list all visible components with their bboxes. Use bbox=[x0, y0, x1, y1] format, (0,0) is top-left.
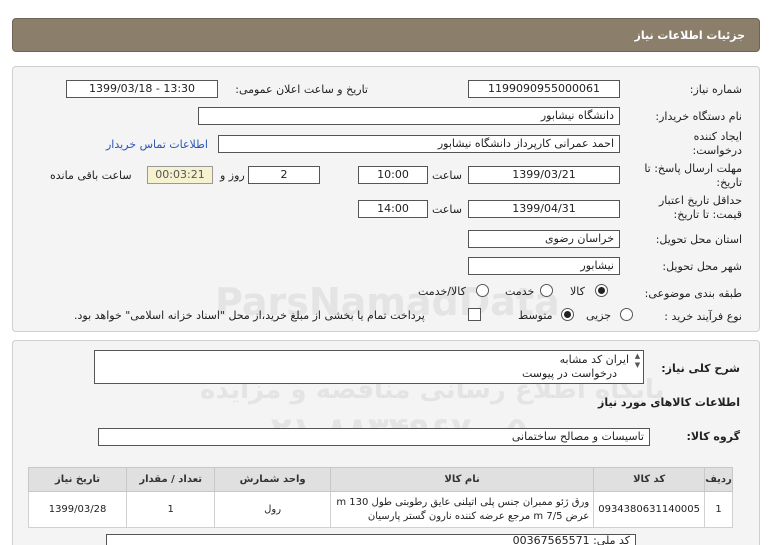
announce-field: 1399/03/18 - 13:30 bbox=[66, 80, 218, 98]
description-textarea[interactable]: ایران کد مشابه درخواست در پیوست ▲ ▼ bbox=[94, 350, 644, 384]
items-table: ردیف کد کالا نام کالا واحد شمارش تعداد /… bbox=[27, 467, 733, 528]
province-label: استان محل تحویل: bbox=[655, 233, 742, 246]
process-medium-radio[interactable] bbox=[561, 308, 574, 321]
need-number-field: 1199090955000061 bbox=[468, 80, 620, 98]
description-line-1: ایران کد مشابه bbox=[559, 353, 629, 366]
remaining-label: ساعت باقی مانده bbox=[50, 169, 132, 182]
validity-label: حداقل تاریخ اعتبار قیمت: تا تاریخ: bbox=[658, 194, 742, 221]
process-partial-label: جزیی bbox=[586, 309, 612, 322]
category-label: طبقه بندی موضوعی: bbox=[644, 287, 742, 300]
table-row[interactable]: 1 0934380631140005 ورق ژئو ممبران جنس پل… bbox=[27, 491, 733, 528]
cell-name-line-2: عرض 7/5 m مرجع عرضه کننده نارون گستر پار… bbox=[367, 510, 590, 522]
footer-partial-field: کد ملی: 00367565571 bbox=[106, 534, 636, 545]
deadline-time-label: ساعت bbox=[432, 169, 462, 182]
deadline-date-field: 1399/03/21 bbox=[468, 166, 620, 184]
remaining-timer: 00:03:21 bbox=[147, 166, 213, 184]
page-header: جزئیات اطلاعات نیاز bbox=[12, 18, 760, 52]
buyer-field: دانشگاه نیشابور bbox=[198, 107, 620, 125]
process-medium-label: متوسط bbox=[518, 309, 553, 322]
col-unit: واحد شمارش bbox=[214, 467, 331, 492]
table-header-row: ردیف کد کالا نام کالا واحد شمارش تعداد /… bbox=[27, 467, 733, 492]
creator-label: ایجاد کننده درخواست: bbox=[692, 130, 742, 157]
cell-row: 1 bbox=[704, 491, 733, 528]
days-field: 2 bbox=[248, 166, 320, 184]
treasury-payment-text: پرداخت تمام یا بخشی از مبلغ خرید،از محل … bbox=[74, 309, 425, 322]
category-both-radio[interactable] bbox=[476, 284, 489, 297]
description-line-2: درخواست در پیوست bbox=[521, 367, 617, 380]
creator-field: احمد عمرانی کارپرداز دانشگاه نیشابور bbox=[218, 135, 620, 153]
validity-date-field: 1399/04/31 bbox=[468, 200, 620, 218]
process-label: نوع فرآیند خرید : bbox=[664, 310, 742, 323]
deadline-time-field: 10:00 bbox=[358, 166, 428, 184]
process-partial-radio[interactable] bbox=[620, 308, 633, 321]
days-label: روز و bbox=[220, 169, 245, 182]
buyer-label: نام دستگاه خریدار: bbox=[655, 110, 742, 123]
category-goods-label: کالا bbox=[570, 285, 585, 298]
deadline-label: مهلت ارسال پاسخ: تا تاریخ: bbox=[644, 162, 742, 189]
validity-time-field: 14:00 bbox=[358, 200, 428, 218]
need-number-label: شماره نیاز: bbox=[689, 83, 742, 96]
textarea-scroll-arrows[interactable]: ▲ ▼ bbox=[633, 352, 642, 382]
cell-unit: رول bbox=[214, 491, 331, 528]
category-goods-radio[interactable] bbox=[595, 284, 608, 297]
city-label: شهر محل تحویل: bbox=[662, 260, 742, 273]
province-field: خراسان رضوی bbox=[468, 230, 620, 248]
col-name: نام کالا bbox=[329, 467, 595, 492]
cell-code: 0934380631140005 bbox=[593, 491, 706, 528]
cell-qty: 1 bbox=[126, 491, 216, 528]
items-section-title: اطلاعات کالاهای مورد نیاز bbox=[598, 396, 740, 409]
category-service-label: خدمت bbox=[505, 285, 535, 298]
treasury-payment-checkbox[interactable] bbox=[468, 308, 481, 321]
description-label: شرح کلی نیاز: bbox=[661, 362, 740, 375]
page-title: جزئیات اطلاعات نیاز bbox=[634, 29, 746, 42]
goods-group-label: گروه کالا: bbox=[686, 430, 740, 443]
goods-group-field: تاسیسات و مصالح ساختمانی bbox=[98, 428, 650, 446]
cell-name: ورق ژئو ممبران جنس پلی اتیلنی عایق رطوبت… bbox=[329, 491, 595, 528]
col-code: کد کالا bbox=[593, 467, 706, 492]
cell-name-line-1: ورق ژئو ممبران جنس پلی اتیلنی عایق رطوبت… bbox=[336, 496, 590, 508]
col-qty: تعداد / مقدار bbox=[126, 467, 216, 492]
buyer-contact-link[interactable]: اطلاعات تماس خریدار bbox=[106, 138, 208, 151]
validity-time-label: ساعت bbox=[432, 203, 462, 216]
col-date: تاریخ نیاز bbox=[27, 467, 128, 492]
category-service-radio[interactable] bbox=[540, 284, 553, 297]
category-both-label: کالا/خدمت bbox=[418, 285, 466, 298]
city-field: نیشابور bbox=[468, 257, 620, 275]
cell-date: 1399/03/28 bbox=[27, 491, 128, 528]
col-row: ردیف bbox=[704, 467, 733, 492]
announce-label: تاریخ و ساعت اعلان عمومی: bbox=[235, 83, 368, 96]
